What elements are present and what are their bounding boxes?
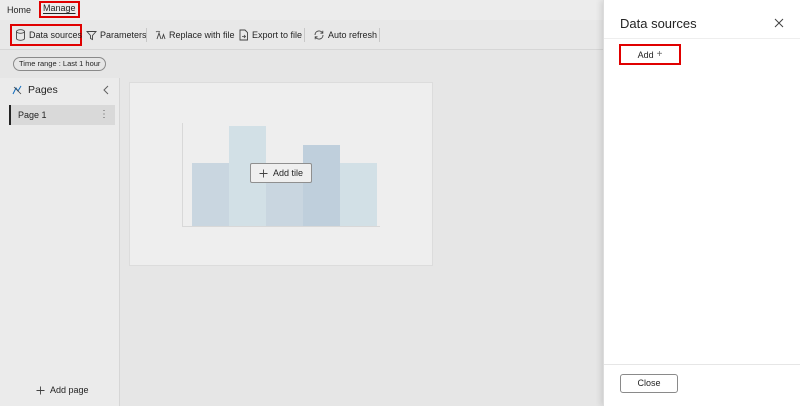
replace-with-file-label: Replace with file	[169, 30, 235, 40]
replace-icon	[155, 30, 166, 39]
page-item-label: Page 1	[18, 110, 47, 120]
chart-axis-x	[182, 226, 380, 227]
auto-refresh-icon	[314, 30, 324, 40]
drawer-footer-divider	[604, 364, 800, 365]
add-data-source-button[interactable]: Add +	[619, 44, 681, 65]
pages-title: Pages	[28, 84, 58, 96]
drawer-title: Data sources	[620, 16, 697, 31]
auto-refresh-label: Auto refresh	[328, 30, 378, 40]
placeholder-bar	[192, 163, 229, 226]
parameters-button[interactable]: Parameters	[83, 24, 150, 46]
toolbar-separator	[379, 28, 380, 42]
add-page-label: Add page	[50, 385, 89, 395]
more-options-icon[interactable]: ⋮	[99, 105, 109, 125]
add-page-button[interactable]: Add page	[36, 385, 89, 395]
chart-axis-y	[182, 123, 183, 227]
chevron-left-icon[interactable]	[102, 85, 110, 95]
drawer-divider	[604, 38, 800, 39]
export-to-file-label: Export to file	[252, 30, 303, 40]
export-file-icon	[239, 29, 248, 41]
export-to-file-button[interactable]: Export to file	[235, 24, 305, 46]
placeholder-bar	[340, 163, 377, 226]
plus-icon	[259, 169, 268, 177]
add-tile-button[interactable]: Add tile	[250, 163, 312, 183]
close-button[interactable]: Close	[620, 374, 678, 393]
placeholder-bar	[303, 145, 340, 226]
dashboard-canvas: Add tile	[129, 82, 433, 266]
data-sources-label: Data sources	[29, 30, 83, 40]
plus-icon: +	[656, 49, 663, 60]
page-item[interactable]: Page 1 ⋮	[9, 105, 115, 125]
parameters-label: Parameters	[100, 30, 147, 40]
add-tile-label: Add tile	[272, 168, 304, 178]
add-data-source-label: Add	[637, 49, 654, 60]
menu-manage[interactable]: Manage	[39, 1, 80, 18]
toolbar-separator	[304, 28, 305, 42]
data-sources-button[interactable]: Data sources	[10, 24, 82, 46]
menu-manage-label: Manage	[43, 3, 76, 13]
replace-with-file-button[interactable]: Replace with file	[152, 24, 238, 46]
pages-icon	[12, 85, 22, 94]
close-icon[interactable]	[774, 18, 784, 28]
data-sources-drawer: Data sources Add + Close	[603, 0, 800, 406]
auto-refresh-button[interactable]: Auto refresh	[310, 24, 380, 46]
plus-icon	[36, 386, 45, 394]
pages-panel: Pages Page 1 ⋮ Add page	[0, 78, 120, 406]
pages-header: Pages	[12, 84, 58, 96]
time-range-filter[interactable]: Time range : Last 1 hour	[13, 57, 107, 71]
filter-icon	[86, 30, 97, 40]
menu-home[interactable]: Home	[5, 3, 33, 17]
database-icon	[16, 29, 25, 41]
toolbar-separator	[146, 28, 147, 42]
